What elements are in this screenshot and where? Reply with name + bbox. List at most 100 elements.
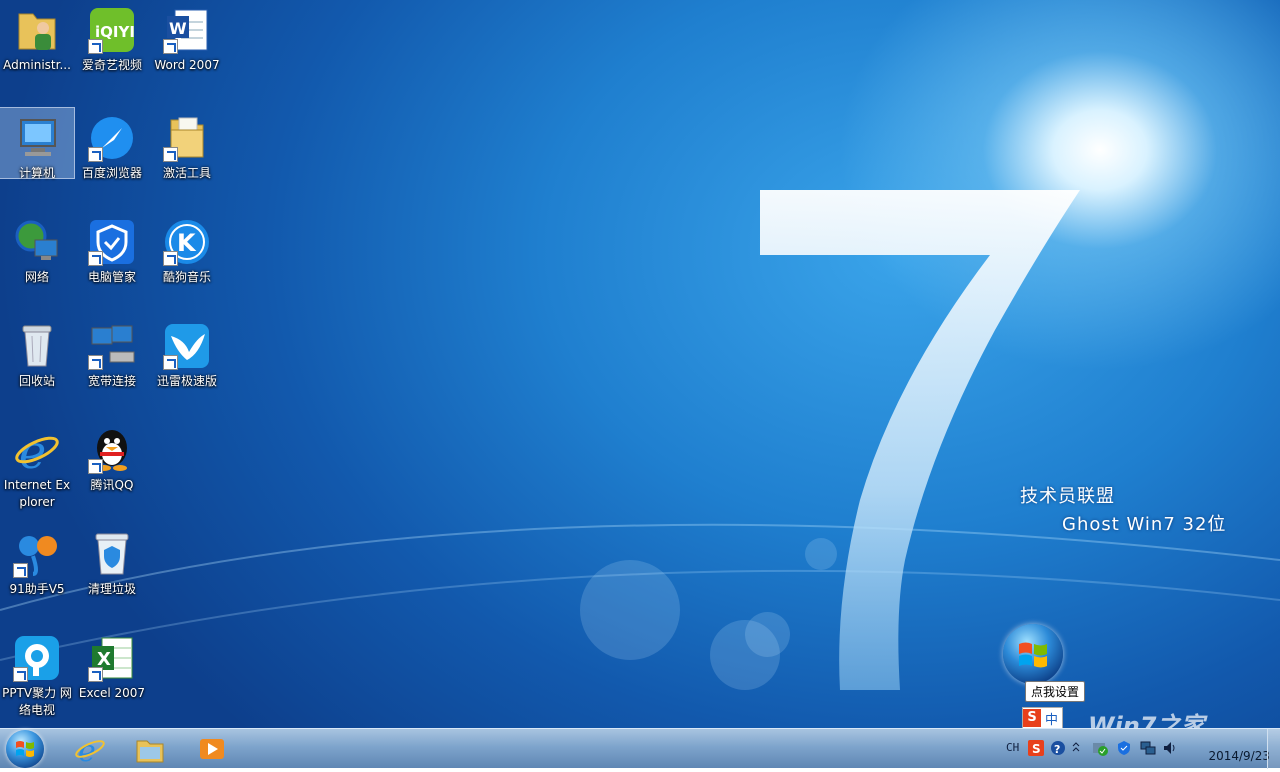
- icon-label: 91助手V5: [9, 582, 65, 596]
- watermark-logo: Win7之家: [1088, 712, 1205, 728]
- shield-icon: [88, 218, 136, 266]
- ime-toolbar[interactable]: S 中: [1022, 707, 1064, 728]
- recycle-bin-icon: [13, 322, 61, 370]
- icon-label: 电脑管家: [87, 270, 136, 284]
- taskbar-media-player-button[interactable]: [190, 732, 234, 766]
- icon-label: Excel 2007: [78, 686, 146, 700]
- desktop-icon-recycle-bin[interactable]: 回收站: [0, 316, 74, 416]
- sogou-ime-icon: S: [1023, 709, 1041, 727]
- kugou-icon: K: [163, 218, 211, 266]
- icon-label: 激活工具: [162, 166, 211, 180]
- icon-label: 腾讯QQ: [90, 478, 134, 492]
- start-button[interactable]: [6, 730, 44, 768]
- icon-label: 回收站: [18, 374, 55, 388]
- icon-label: 爱奇艺视频: [81, 58, 142, 72]
- taskbar: e CH S ? 2014/9/23: [0, 728, 1280, 769]
- desktop-icon-clean-junk[interactable]: 清理垃圾: [75, 524, 149, 624]
- icon-label: Internet Explorer: [3, 478, 71, 509]
- desktop-icon-activation-tool[interactable]: 激活工具: [150, 108, 224, 208]
- sogou-tray-icon[interactable]: S: [1028, 740, 1044, 756]
- icon-label: 百度浏览器: [81, 166, 142, 180]
- shortcut-arrow-icon: [163, 251, 178, 266]
- desktop-icon-iqiyi[interactable]: iQIYI 爱奇艺视频: [75, 0, 149, 100]
- volume-icon[interactable]: [1162, 740, 1178, 756]
- desktop[interactable]: Administr... 计算机 网络 回收站 e Internet Explo…: [0, 0, 1280, 728]
- shortcut-arrow-icon: [163, 355, 178, 370]
- chevron-icon[interactable]: [1072, 740, 1080, 756]
- language-indicator[interactable]: CH: [1006, 741, 1019, 754]
- windows-logo-icon: [1019, 642, 1047, 668]
- shortcut-arrow-icon: [88, 251, 103, 266]
- desktop-icon-internet-explorer[interactable]: e Internet Explorer: [0, 420, 74, 520]
- desktop-icon-pptv[interactable]: PPTV聚力 网络电视: [0, 628, 74, 728]
- desktop-icon-qq[interactable]: 腾讯QQ: [75, 420, 149, 520]
- taskbar-ie-button[interactable]: e: [68, 732, 112, 766]
- icon-label: Word 2007: [154, 58, 220, 72]
- show-desktop-button[interactable]: [1267, 729, 1280, 769]
- shortcut-arrow-icon: [163, 39, 178, 54]
- xunlei-bird-icon: [163, 322, 211, 370]
- desktop-icon-baidu-browser[interactable]: 百度浏览器: [75, 108, 149, 208]
- help-icon[interactable]: ?: [1050, 740, 1066, 756]
- folder-icon: [136, 740, 164, 763]
- desktop-icon-pc-manager[interactable]: 电脑管家: [75, 212, 149, 312]
- windows-logo-icon: [16, 741, 34, 757]
- pptv-icon: [13, 634, 61, 682]
- clock-time: [1208, 731, 1270, 748]
- desktop-icon-administrator[interactable]: Administr...: [0, 0, 74, 100]
- internet-explorer-icon: e: [13, 425, 61, 479]
- baidu-browser-icon: [88, 114, 136, 162]
- desktop-icon-computer[interactable]: 计算机: [0, 107, 75, 180]
- icon-label: Administr...: [3, 58, 71, 72]
- settings-tooltip[interactable]: 点我设置: [1025, 681, 1086, 702]
- shortcut-arrow-icon: [88, 459, 103, 474]
- excel-icon: X: [88, 634, 136, 682]
- shortcut-arrow-icon: [13, 563, 28, 578]
- system-tray: CH S ? 2014/9/23: [1000, 729, 1280, 769]
- network-icon[interactable]: [1140, 740, 1156, 756]
- clean-bin-icon: [88, 530, 136, 578]
- shortcut-arrow-icon: [88, 147, 103, 162]
- icon-label: PPTV聚力 网络电视: [2, 686, 72, 717]
- clock-date: 2014/9/23: [1208, 749, 1270, 763]
- icon-label: 网络: [24, 270, 49, 284]
- shortcut-arrow-icon: [88, 667, 103, 682]
- desktop-icon-91-assistant[interactable]: 91助手V5: [0, 524, 74, 624]
- desktop-icon-broadband[interactable]: 宽带连接: [75, 316, 149, 416]
- shield-icon[interactable]: [1116, 740, 1132, 756]
- iqiyi-icon: iQIYI: [88, 6, 136, 54]
- user-folder-icon: [13, 6, 61, 54]
- brand-subtitle: Ghost Win7 32位: [1062, 514, 1227, 535]
- shortcut-arrow-icon: [13, 667, 28, 682]
- shortcut-arrow-icon: [88, 39, 103, 54]
- shortcut-arrow-icon: [163, 147, 178, 162]
- desktop-icon-word-2007[interactable]: W Word 2007: [150, 0, 224, 100]
- taskbar-explorer-button[interactable]: [128, 732, 172, 766]
- internet-explorer-icon: e: [75, 734, 105, 765]
- security-check-icon[interactable]: [1092, 740, 1108, 756]
- svg-text:S: S: [1032, 742, 1041, 756]
- qq-penguin-icon: [88, 426, 136, 474]
- icon-label: 迅雷极速版: [156, 374, 217, 388]
- media-player-icon: [200, 739, 224, 759]
- clock[interactable]: 2014/9/23: [1208, 731, 1270, 765]
- desktop-icon-excel-2007[interactable]: X Excel 2007: [75, 628, 149, 728]
- broadband-connection-icon: [88, 322, 136, 370]
- svg-text:?: ?: [1054, 743, 1060, 756]
- desktop-icon-network[interactable]: 网络: [0, 212, 74, 312]
- 91-assistant-icon: [13, 530, 61, 578]
- network-globe-icon: [13, 218, 61, 266]
- word-icon: W: [163, 6, 211, 54]
- svg-text:W: W: [169, 19, 187, 38]
- desktop-icon-kugou-music[interactable]: K 酷狗音乐: [150, 212, 224, 312]
- computer-icon: [13, 114, 61, 162]
- folder-icon: [163, 114, 211, 162]
- icon-label: 清理垃圾: [87, 582, 136, 596]
- icon-label: 计算机: [18, 166, 55, 180]
- shortcut-arrow-icon: [88, 355, 103, 370]
- svg-text:K: K: [177, 229, 197, 257]
- ime-mode-label[interactable]: 中: [1041, 709, 1062, 728]
- icon-label: 酷狗音乐: [162, 270, 211, 284]
- desktop-icon-xunlei[interactable]: 迅雷极速版: [150, 316, 224, 416]
- windows-orb-widget[interactable]: [1003, 624, 1063, 684]
